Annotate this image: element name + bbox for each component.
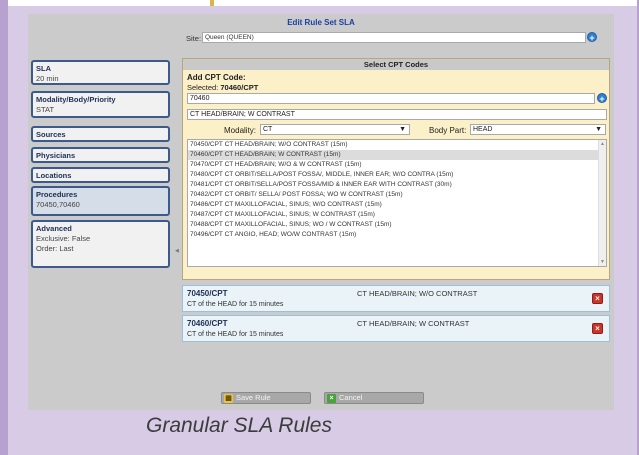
top-strip: [0, 0, 639, 6]
list-item[interactable]: 70460/CPT CT HEAD/BRAIN; W CONTRAST (15m…: [188, 150, 598, 160]
list-item[interactable]: 70482/CPT CT ORBIT/ SELLA/ POST FOSSA; W…: [188, 190, 598, 200]
cancel-button-label: Cancel: [339, 393, 363, 402]
sidebar-item-advanced[interactable]: Advanced Exclusive: False Order: Last: [31, 220, 170, 268]
accent-mark: [210, 0, 214, 6]
body-part-value: HEAD: [473, 126, 493, 133]
chosen-procedure: 70460/CPT CT HEAD/BRAIN; W CONTRAST CT o…: [182, 315, 610, 342]
sidebar-item-value: 70450,70460: [36, 200, 80, 209]
chosen-procedure: 70450/CPT CT HEAD/BRAIN; W/O CONTRAST CT…: [182, 285, 610, 312]
cpt-selector: Select CPT Codes Add CPT Code: Selected:…: [182, 58, 610, 280]
chosen-description: CT HEAD/BRAIN; W/O CONTRAST: [357, 289, 478, 298]
chosen-code: 70450/CPT: [187, 289, 228, 298]
site-label: Site:: [186, 34, 202, 43]
list-item[interactable]: 70487/CPT CT MAXILLOFACIAL, SINUS; W CON…: [188, 210, 598, 220]
sidebar-item-value: 20 min: [36, 74, 59, 83]
dropdown-caret-icon: ▼: [399, 126, 406, 133]
chosen-description: CT HEAD/BRAIN; W CONTRAST: [357, 319, 470, 328]
save-button-label: Save Rule: [236, 393, 271, 402]
sidebar-item-label: Locations: [36, 171, 72, 180]
list-item[interactable]: 70481/CPT CT ORBIT/SELLA/POST FOSSA/MID …: [188, 180, 598, 190]
modality-select[interactable]: CT ▼: [260, 124, 410, 135]
chosen-code: 70460/CPT: [187, 319, 228, 328]
slide-caption: Granular SLA Rules: [146, 414, 332, 437]
list-item[interactable]: 70480/CPT CT ORBIT/SELLA/POST FOSSA/, MI…: [188, 170, 598, 180]
cancel-button[interactable]: × Cancel: [324, 392, 424, 404]
list-scrollbar[interactable]: ▲ ▼: [598, 140, 606, 266]
remove-x-icon[interactable]: ×: [592, 323, 603, 334]
body-part-select[interactable]: HEAD ▼: [470, 124, 606, 135]
list-item[interactable]: 70486/CPT CT MAXILLOFACIAL, SINUS; W/O C…: [188, 200, 598, 210]
sidebar-item-label: SLA: [36, 64, 51, 73]
save-rule-button[interactable]: ▩ Save Rule: [221, 392, 311, 404]
sidebar-item-physicians[interactable]: Physicians: [31, 147, 170, 163]
scroll-down-icon[interactable]: ▼: [600, 259, 605, 265]
cpt-code-input[interactable]: 70460: [187, 93, 595, 104]
save-disk-icon: ▩: [224, 394, 233, 403]
remove-x-icon[interactable]: ×: [592, 293, 603, 304]
sidebar-item-sla[interactable]: SLA 20 min: [31, 60, 170, 85]
add-site-plus-icon[interactable]: +: [587, 32, 597, 43]
left-border: [0, 0, 8, 455]
cpt-code-list[interactable]: 70450/CPT CT HEAD/BRAIN; W/O CONTRAST (1…: [187, 139, 607, 267]
sidebar-item-value: Exclusive: False: [36, 234, 91, 243]
list-item[interactable]: 70496/CPT CT ANGIO, HEAD; WO/W CONTRAST …: [188, 230, 598, 240]
list-item[interactable]: 70450/CPT CT HEAD/BRAIN; W/O CONTRAST (1…: [188, 140, 598, 150]
sidebar-item-value: Order: Last: [36, 244, 74, 253]
sidebar-item-label: Procedures: [36, 190, 78, 199]
sidebar-item-value: STAT: [36, 105, 55, 114]
sidebar-item-label: Advanced: [36, 224, 72, 233]
selected-cpt: Selected: 70460/CPT: [187, 83, 259, 92]
section-title: Select CPT Codes: [183, 59, 609, 70]
sidebar-item-locations[interactable]: Locations: [31, 167, 170, 183]
scroll-up-icon[interactable]: ▲: [600, 141, 605, 147]
add-cpt-label: Add CPT Code:: [187, 73, 246, 82]
rule-editor-panel: Edit Rule Set SLA Site: Queen (QUEEN) + …: [28, 14, 614, 410]
sidebar-item-modality-body-priority[interactable]: Modality/Body/Priority STAT: [31, 91, 170, 118]
sidebar-item-label: Sources: [36, 130, 66, 139]
collapse-arrow-icon[interactable]: ◀: [175, 248, 179, 254]
list-item[interactable]: 70488/CPT CT MAXILLOFACIAL, SINUS; WO / …: [188, 220, 598, 230]
cancel-x-icon: ×: [327, 394, 336, 403]
chosen-detail: CT of the HEAD for 15 minutes: [187, 331, 284, 338]
add-code-plus-icon[interactable]: +: [597, 93, 607, 104]
sidebar-item-sources[interactable]: Sources: [31, 126, 170, 142]
modality-label: Modality:: [224, 126, 257, 135]
dialog-title: Edit Rule Set SLA: [287, 18, 355, 27]
sidebar-item-procedures[interactable]: Procedures 70450,70460: [31, 186, 170, 216]
sidebar-item-label: Physicians: [36, 151, 76, 160]
chosen-detail: CT of the HEAD for 15 minutes: [187, 301, 284, 308]
sidebar-item-label: Modality/Body/Priority: [36, 95, 116, 104]
modality-value: CT: [263, 126, 273, 133]
cpt-description-field[interactable]: CT HEAD/BRAIN; W CONTRAST: [187, 109, 607, 120]
dropdown-caret-icon: ▼: [595, 126, 602, 133]
list-item[interactable]: 70470/CPT CT HEAD/BRAIN; W/O & W CONTRAS…: [188, 160, 598, 170]
site-field[interactable]: Queen (QUEEN): [202, 32, 586, 43]
body-part-label: Body Part:: [429, 126, 467, 135]
